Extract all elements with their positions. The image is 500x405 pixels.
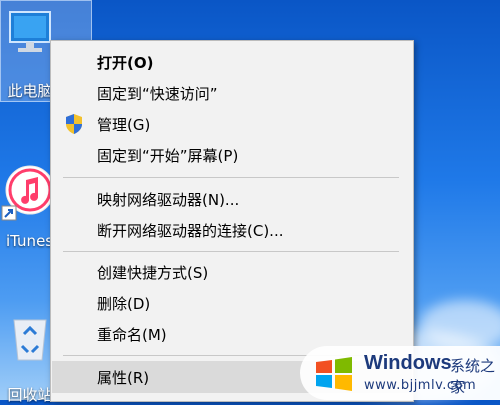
menu-item-manage[interactable]: 管理(G) bbox=[52, 109, 412, 139]
menu-separator bbox=[63, 177, 399, 178]
windows-logo-icon bbox=[316, 357, 352, 391]
menu-item-label: 断开网络驱动器的连接(C)... bbox=[97, 221, 284, 240]
menu-item-label: 重命名(M) bbox=[97, 325, 167, 344]
menu-item-label: 管理(G) bbox=[97, 115, 151, 134]
watermark-url: www.bjjmlv.com bbox=[364, 378, 477, 393]
menu-item-label: 固定到“快速访问” bbox=[97, 84, 218, 103]
menu-separator bbox=[63, 251, 399, 252]
cloud bbox=[420, 300, 500, 350]
menu-item-label: 删除(D) bbox=[97, 294, 151, 313]
menu-item-rename[interactable]: 重命名(M) bbox=[52, 319, 412, 349]
menu-item-delete[interactable]: 删除(D) bbox=[52, 288, 412, 318]
menu-item-label: 固定到“开始”屏幕(P) bbox=[97, 146, 239, 165]
menu-item-pin-quick-access[interactable]: 固定到“快速访问” bbox=[52, 78, 412, 108]
menu-item-create-shortcut[interactable]: 创建快捷方式(S) bbox=[52, 257, 412, 287]
menu-item-label: 映射网络驱动器(N)... bbox=[97, 190, 240, 209]
watermark: Windows 系统之家 www.bjjmlv.com bbox=[300, 346, 500, 400]
menu-item-open[interactable]: 打开(O) bbox=[52, 47, 412, 77]
watermark-title: Windows bbox=[364, 352, 452, 374]
menu-item-label: 打开(O) bbox=[97, 53, 154, 72]
uac-shield-icon bbox=[66, 114, 82, 134]
menu-item-pin-start[interactable]: 固定到“开始”屏幕(P) bbox=[52, 140, 412, 170]
menu-item-disconnect-network-drive[interactable]: 断开网络驱动器的连接(C)... bbox=[52, 215, 412, 245]
menu-item-label: 属性(R) bbox=[97, 368, 150, 387]
menu-item-map-network-drive[interactable]: 映射网络驱动器(N)... bbox=[52, 184, 412, 214]
menu-item-label: 创建快捷方式(S) bbox=[97, 263, 209, 282]
